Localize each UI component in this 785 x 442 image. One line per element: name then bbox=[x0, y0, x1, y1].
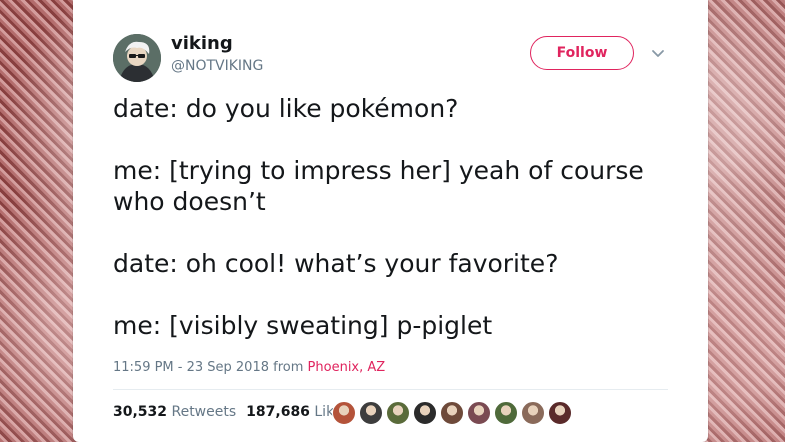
retweets-stat[interactable]: 30,532 Retweets bbox=[113, 404, 236, 420]
retweets-count: 30,532 bbox=[113, 404, 168, 420]
retweets-label: Retweets bbox=[171, 404, 237, 420]
tweet-card: viking @NOTVIKING Follow date: do you li… bbox=[73, 0, 708, 442]
tweet-paragraph: me: [visibly sweating] p-piglet bbox=[113, 311, 493, 340]
liker-avatar[interactable] bbox=[548, 401, 572, 425]
chevron-down-icon[interactable] bbox=[649, 44, 667, 62]
liker-avatar[interactable] bbox=[386, 401, 410, 425]
likes-count: 187,686 bbox=[246, 404, 310, 420]
author-name[interactable]: viking bbox=[171, 33, 233, 54]
liker-avatar[interactable] bbox=[467, 401, 491, 425]
tweet-paragraph: me: [trying to impress her] yeah of cour… bbox=[113, 156, 644, 216]
tweet-paragraph: date: do you like pokémon? bbox=[113, 94, 459, 123]
tweet-text: date: do you like pokémon? me: [trying t… bbox=[113, 93, 673, 372]
liker-avatars bbox=[332, 401, 572, 425]
avatar-image bbox=[113, 34, 161, 82]
liker-avatar[interactable] bbox=[494, 401, 518, 425]
divider bbox=[113, 389, 668, 390]
liker-avatar[interactable] bbox=[332, 401, 356, 425]
tweet-timestamp[interactable]: 11:59 PM - 23 Sep 2018 bbox=[113, 360, 269, 375]
liker-avatar[interactable] bbox=[359, 401, 383, 425]
tweet-location[interactable]: Phoenix, AZ bbox=[308, 360, 386, 375]
tweet-paragraph: date: oh cool! what’s your favorite? bbox=[113, 249, 559, 278]
liker-avatar[interactable] bbox=[521, 401, 545, 425]
liker-avatar[interactable] bbox=[440, 401, 464, 425]
follow-button[interactable]: Follow bbox=[530, 36, 634, 70]
tweet-stats: 30,532 Retweets187,686 Likes bbox=[113, 404, 350, 420]
avatar[interactable] bbox=[113, 34, 161, 82]
tweet-meta: 11:59 PM - 23 Sep 2018 from Phoenix, AZ bbox=[113, 360, 385, 375]
from-label: from bbox=[273, 360, 304, 375]
liker-avatar[interactable] bbox=[413, 401, 437, 425]
author-handle[interactable]: @NOTVIKING bbox=[171, 58, 263, 74]
